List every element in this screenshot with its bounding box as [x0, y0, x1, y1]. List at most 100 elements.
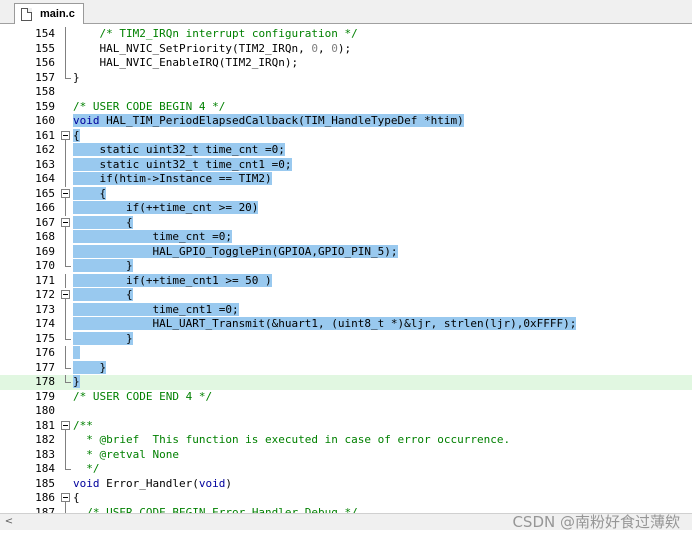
- fold-guide: [60, 230, 72, 245]
- scroll-left-arrow-icon[interactable]: <: [2, 515, 16, 529]
- code-text: {: [73, 288, 133, 303]
- fold-toggle-icon[interactable]: [60, 419, 72, 434]
- line-number: 184: [35, 462, 55, 475]
- code-token: HAL_GPIO_TogglePin(GPIOA,GPIO_PIN_5);: [73, 244, 398, 258]
- line-number: 154: [35, 27, 55, 40]
- code-line[interactable]: 181 /**: [0, 419, 692, 434]
- line-number: 172: [35, 288, 55, 301]
- code-line[interactable]: 179 /* USER CODE END 4 */: [0, 390, 692, 405]
- file-icon: [21, 7, 32, 21]
- code-text: HAL_GPIO_TogglePin(GPIOA,GPIO_PIN_5);: [73, 244, 398, 260]
- code-comment: /* USER CODE BEGIN Error_Handler_Debug *…: [86, 505, 358, 514]
- code-line[interactable]: 167 {: [0, 215, 692, 231]
- code-token: if(++time_cnt1 >= 50 ): [73, 273, 272, 287]
- code-text: }: [73, 259, 133, 274]
- line-number: 168: [35, 230, 55, 243]
- code-token: static uint32_t time_cnt =0;: [73, 143, 285, 156]
- code-line[interactable]: 164 if(htim->Instance == TIM2): [0, 172, 692, 187]
- code-line[interactable]: 174 HAL_UART_Transmit(&huart1, (uint8_t …: [0, 317, 692, 332]
- code-text: */: [73, 462, 100, 477]
- code-line[interactable]: 163 static uint32_t time_cnt1 =0;: [0, 157, 692, 172]
- code-line[interactable]: 184 */: [0, 462, 692, 477]
- code-line[interactable]: 169 HAL_GPIO_TogglePin(GPIOA,GPIO_PIN_5)…: [0, 244, 692, 260]
- code-line[interactable]: 154 /* TIM2_IRQn interrupt configuration…: [0, 27, 692, 42]
- code-text: time_cnt =0;: [73, 230, 232, 245]
- fold-toggle-icon[interactable]: [60, 216, 72, 231]
- code-token: time_cnt =0;: [73, 230, 232, 243]
- line-number: 173: [35, 302, 55, 316]
- code-line[interactable]: 185 void Error_Handler(void): [0, 477, 692, 492]
- code-line[interactable]: 182 * @brief This function is executed i…: [0, 433, 692, 448]
- code-token: ,: [318, 41, 332, 55]
- code-line[interactable]: 160 void HAL_TIM_PeriodElapsedCallback(TI…: [0, 114, 692, 129]
- tab-bar: main.c: [0, 0, 692, 24]
- code-line[interactable]: 171 if(++time_cnt1 >= 50 ): [0, 273, 692, 288]
- code-text: }: [73, 375, 80, 390]
- code-line[interactable]: 161 {: [0, 128, 692, 144]
- code-line[interactable]: 166 if(++time_cnt >= 20): [0, 201, 692, 216]
- code-line[interactable]: 183 * @retval None: [0, 447, 692, 463]
- fold-toggle-icon[interactable]: [60, 129, 72, 144]
- fold-guide: [60, 27, 72, 42]
- code-text: void HAL_TIM_PeriodElapsedCallback(TIM_H…: [73, 114, 464, 129]
- fold-toggle-icon[interactable]: [60, 187, 72, 202]
- code-text: /* TIM2_IRQn interrupt configuration */: [73, 27, 358, 42]
- code-text: /**: [73, 419, 93, 434]
- code-editor[interactable]: 154 /* TIM2_IRQn interrupt configuration…: [0, 24, 692, 513]
- code-comment: */: [73, 462, 100, 475]
- fold-toggle-icon[interactable]: [60, 288, 72, 303]
- code-line[interactable]: 162 static uint32_t time_cnt =0;: [0, 143, 692, 158]
- code-line[interactable]: 157}: [0, 70, 692, 86]
- fold-guide: [60, 157, 72, 172]
- tab-label: main.c: [40, 8, 75, 20]
- fold-toggle-icon[interactable]: [60, 491, 72, 506]
- line-number: 174: [35, 317, 55, 330]
- code-text: /* USER CODE BEGIN Error_Handler_Debug *…: [73, 506, 358, 514]
- code-line[interactable]: 158: [0, 85, 692, 100]
- code-text: HAL_NVIC_EnableIRQ(TIM2_IRQn);: [73, 56, 298, 71]
- code-token: {: [73, 186, 107, 200]
- line-number: 167: [35, 215, 55, 229]
- code-comment: * @brief This function is executed in ca…: [73, 433, 511, 446]
- code-text: * @brief This function is executed in ca…: [73, 433, 510, 448]
- fold-guide: [60, 375, 72, 390]
- code-text: * @retval None: [73, 448, 179, 463]
- code-text: {: [73, 491, 80, 506]
- code-line[interactable]: 186 {: [0, 491, 692, 506]
- line-number: 165: [35, 186, 55, 200]
- code-line[interactable]: 173 time_cnt1 =0;: [0, 302, 692, 318]
- code-line[interactable]: 170 }: [0, 259, 692, 274]
- code-text: void Error_Handler(void): [73, 477, 232, 492]
- code-token: }: [73, 375, 80, 388]
- line-number: 155: [35, 41, 55, 55]
- line-number: 161: [35, 128, 55, 142]
- code-line[interactable]: 172 {: [0, 288, 692, 303]
- fold-guide: [60, 447, 72, 462]
- code-text: time_cnt1 =0;: [73, 302, 239, 318]
- code-text: if(++time_cnt >= 20): [73, 201, 259, 216]
- line-number: 158: [35, 85, 55, 98]
- code-comment: * @retval None: [73, 447, 179, 461]
- code-token: HAL_NVIC_EnableIRQ(TIM2_IRQn);: [73, 56, 299, 69]
- code-line[interactable]: 165 {: [0, 186, 692, 202]
- code-text: [73, 346, 80, 361]
- code-token: static uint32_t time_cnt1 =0;: [73, 157, 292, 171]
- code-line[interactable]: 156 HAL_NVIC_EnableIRQ(TIM2_IRQn);: [0, 56, 692, 71]
- code-text: if(htim->Instance == TIM2): [73, 172, 272, 187]
- code-token: }: [73, 70, 80, 84]
- code-line[interactable]: 168 time_cnt =0;: [0, 230, 692, 245]
- code-line[interactable]: 176: [0, 346, 692, 361]
- fold-guide: [60, 273, 72, 288]
- code-line[interactable]: 159 /* USER CODE BEGIN 4 */: [0, 100, 692, 115]
- code-line[interactable]: 175 }: [0, 331, 692, 347]
- tab-main-c[interactable]: main.c: [14, 3, 84, 24]
- code-line[interactable]: 177 }: [0, 360, 692, 376]
- code-text: }: [73, 71, 80, 86]
- code-line[interactable]: 178}: [0, 375, 692, 390]
- code-line[interactable]: 180: [0, 404, 692, 419]
- line-number: 159: [35, 99, 55, 113]
- code-line[interactable]: 155 HAL_NVIC_SetPriority(TIM2_IRQn, 0, 0…: [0, 41, 692, 56]
- code-comment: /* TIM2_IRQn interrupt configuration */: [99, 27, 358, 40]
